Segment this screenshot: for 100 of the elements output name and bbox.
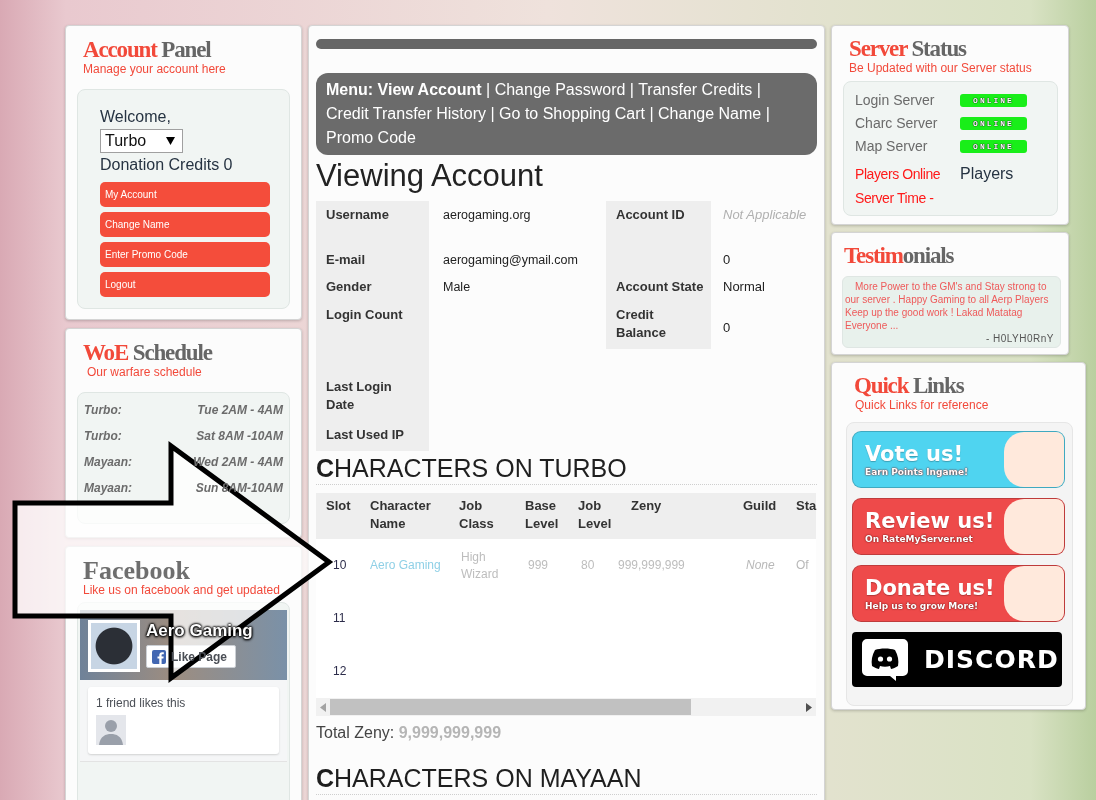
panel-subtitle: Like us on facebook and get updated (83, 583, 280, 597)
label-cell: Account State (606, 273, 711, 301)
menu-separator: | (765, 105, 770, 122)
banner-title: Vote us! (865, 441, 964, 466)
players-value: Players (960, 164, 1014, 184)
table-cell: 999 (528, 558, 549, 572)
column-header: Base Level (524, 497, 560, 533)
testimonial-text: More Power to the GM's and Stay strong to our server . Happy Gaming to all Aerp Players Keep up the good work ! Lakad Matatag Everyone ... (845, 280, 1050, 332)
label-cell: Account ID (606, 201, 711, 246)
detail-value: aerogaming.org (443, 208, 531, 222)
column-header: Character Name (369, 497, 432, 533)
panel-title: Server Status (849, 37, 966, 61)
section-heading: CHARACTERS ON MAYAAN (316, 763, 642, 793)
total-zeny: Total Zeny: 9,999,999,999 (316, 723, 503, 743)
panel-title: Quick Links (854, 374, 964, 398)
status-badge: ONLINE (960, 117, 1027, 130)
schedule-time: Wed 2AM - 4AM (193, 454, 283, 471)
panel-title: Account Panel (83, 38, 211, 62)
server-name: Map Server (855, 137, 929, 156)
label-cell: Login Count (316, 301, 429, 373)
table-cell: 11 (333, 611, 346, 625)
facebook-icon (152, 649, 166, 664)
banner-subtitle: Help us to grow More! (865, 599, 979, 612)
label-cell: E-mail (316, 246, 429, 273)
server-select[interactable]: Turbo (100, 129, 183, 153)
panel-subtitle: Our warfare schedule (87, 365, 202, 379)
schedule-time: Tue 2AM - 4AM (197, 402, 283, 419)
table-cell: 999,999,999 (618, 558, 685, 572)
banner-subtitle: On RateMyServer.net (865, 532, 973, 545)
section-heading: CHARACTERS ON TURBO (316, 453, 627, 483)
scrollbar-thumb[interactable] (330, 699, 691, 715)
column-header: Guild (742, 497, 778, 515)
detail-value: 0 (723, 318, 731, 337)
illustration-placeholder (1004, 432, 1064, 487)
link-banner[interactable]: DISCORD (852, 632, 1062, 687)
menu-label: Menu: (326, 81, 374, 98)
column-header: Job Level (577, 497, 613, 533)
status-badge: ONLINE (960, 94, 1027, 107)
panel-title: WoE Schedule (83, 341, 212, 365)
label-cell: Username (316, 201, 429, 246)
panel-title: Facebook (83, 559, 190, 583)
credits-text: Donation Credits 0 (100, 155, 233, 175)
account-menu-button[interactable]: My Account (100, 182, 270, 207)
table-cell: Of (796, 558, 809, 572)
players-label: Players Online (855, 164, 942, 184)
detail-value: Not Applicable (723, 207, 807, 222)
detail-value: 0 (723, 252, 731, 267)
link-banner[interactable]: Donate us! Help us to grow More! (852, 565, 1065, 622)
schedule-server: Mayaan: (84, 480, 133, 497)
server-name: Login Server (855, 91, 936, 110)
label-cell: Gender (316, 273, 429, 301)
illustration-placeholder (1004, 566, 1064, 621)
horizontal-scrollbar[interactable] (316, 698, 816, 716)
illustration-placeholder (1004, 499, 1064, 554)
menu-link[interactable]: View Account (377, 81, 482, 98)
menu-link[interactable]: Go to Shopping Cart (499, 105, 645, 122)
banner-title: Review us! (865, 508, 995, 533)
panel-subtitle: Manage your account here (83, 62, 226, 76)
menu-separator: | (629, 81, 634, 98)
table-cell: 10 (333, 558, 347, 572)
menu-link[interactable]: Credit Transfer History (326, 105, 487, 122)
account-menu-button[interactable]: Logout (100, 272, 270, 297)
menu-link[interactable]: Change Name (658, 105, 762, 122)
label-cell: Last Used IP (316, 421, 429, 451)
server-time-label: Server Time - (855, 188, 934, 208)
detail-value: Male (443, 280, 471, 294)
panel-subtitle: Be Updated with our Server status (849, 61, 1032, 75)
menu-link[interactable]: Promo Code (326, 129, 416, 146)
profile-picture (88, 620, 140, 672)
banner-subtitle: Earn Points Ingame! (865, 465, 969, 478)
menu-separator: | (490, 105, 495, 122)
column-header: Sta (795, 497, 816, 515)
avatar-placeholder (96, 715, 126, 745)
menu-separator: | (486, 81, 491, 98)
column-header: Job Class (458, 497, 495, 533)
panel-subtitle: Quick Links for reference (855, 398, 989, 412)
table-cell: None (746, 558, 775, 572)
detail-value: Normal (723, 279, 765, 294)
banner-title: Donate us! (865, 575, 995, 600)
menu-link[interactable]: Change Password (494, 81, 626, 98)
friends-text: 1 friend likes this (96, 695, 186, 711)
table-cell: High Wizard (461, 549, 499, 581)
panel-title: Testimonials (844, 244, 954, 268)
schedule-server: Mayaan: (84, 454, 133, 471)
scroll-left-icon[interactable] (320, 702, 326, 712)
table-cell: 12 (333, 664, 347, 678)
label-cell: Last Login Date (316, 373, 429, 421)
scroll-right-icon[interactable] (806, 702, 812, 712)
welcome-text: Welcome, (100, 107, 171, 127)
label-cell: Credit Balance (606, 301, 711, 349)
column-header: Zeny (630, 497, 663, 515)
column-header: Slot (325, 497, 352, 515)
page-heading: Viewing Account (316, 158, 544, 194)
account-menu-button[interactable]: Enter Promo Code (100, 242, 270, 267)
table-cell: 80 (581, 558, 595, 572)
schedule-server: Turbo: (84, 428, 122, 445)
account-menu-button[interactable]: Change Name (100, 212, 270, 237)
menu-separator: | (756, 81, 761, 98)
link-banner[interactable]: Review us! On RateMyServer.net (852, 498, 1065, 555)
menu-link[interactable]: Transfer Credits (638, 81, 753, 98)
